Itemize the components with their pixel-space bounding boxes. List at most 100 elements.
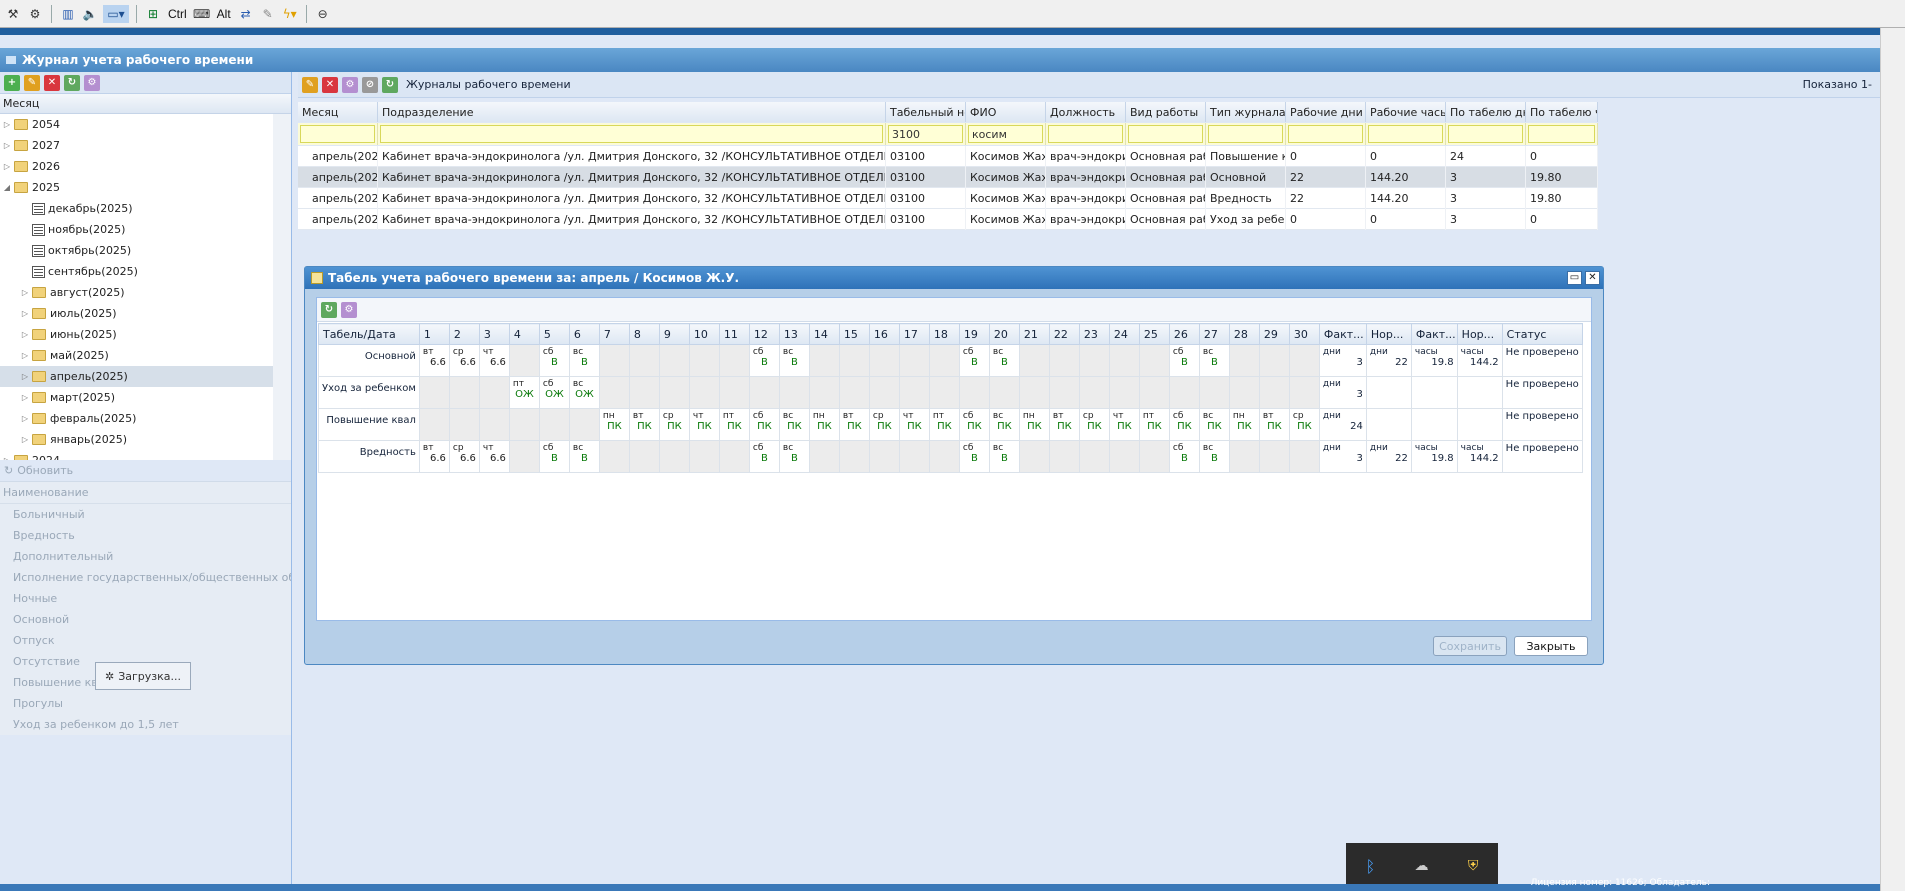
tree-column-header[interactable]: Месяц — [0, 94, 291, 114]
day-cell[interactable]: сб ПК — [1168, 408, 1200, 441]
list-item[interactable]: Дополнительный — [0, 546, 291, 567]
pen-icon[interactable]: ✎ — [259, 5, 277, 23]
day-cell[interactable] — [718, 440, 750, 473]
book-icon[interactable]: ▥ — [59, 5, 77, 23]
day-cell[interactable] — [1138, 344, 1170, 377]
filter-input[interactable] — [1048, 125, 1123, 143]
menu-icon[interactable]: ⚙ — [342, 76, 358, 93]
day-cell[interactable] — [808, 440, 840, 473]
column-header[interactable]: Месяц — [298, 102, 378, 122]
timesheet-row[interactable]: Основной вт 6.6 ср 6.6 чт 6.6 сб Ввс Всб Ввс Всб Ввс… — [318, 344, 1583, 377]
minus-circle-icon[interactable]: ⊖ — [314, 5, 332, 23]
tree-item[interactable]: сентябрь(2025) — [0, 261, 273, 282]
timesheet-row[interactable]: Повышение квал пн ПК вт ПК ср ПК чт ПК пт ПК сб ПК вс… — [318, 408, 1583, 441]
day-cell[interactable] — [568, 408, 600, 441]
maximize-icon[interactable]: ▭ — [1567, 271, 1582, 285]
day-cell[interactable]: вс В — [778, 344, 810, 377]
day-cell[interactable]: сб В — [958, 344, 990, 377]
day-cell[interactable]: вт ПК — [628, 408, 660, 441]
day-cell[interactable] — [838, 440, 870, 473]
day-cell[interactable] — [658, 440, 690, 473]
day-cell[interactable]: вт ПК — [1258, 408, 1290, 441]
cloud-offline-icon[interactable]: ☁ — [1415, 858, 1429, 874]
day-header[interactable]: 14 — [808, 323, 840, 345]
day-cell[interactable] — [868, 440, 900, 473]
day-header[interactable]: 28 — [1228, 323, 1260, 345]
tree-item[interactable]: ▷ 2024 — [0, 450, 273, 460]
list-item[interactable]: Уход за ребенком до 1,5 лет — [0, 714, 291, 735]
day-cell[interactable] — [808, 344, 840, 377]
day-cell[interactable] — [508, 440, 540, 473]
collapsed-arrow-icon[interactable]: ▷ — [20, 330, 30, 339]
day-cell[interactable] — [658, 376, 690, 409]
collapsed-arrow-icon[interactable]: ▷ — [20, 414, 30, 423]
day-cell[interactable]: сб В — [538, 440, 570, 473]
day-header[interactable]: 30 — [1288, 323, 1320, 345]
tree-item[interactable]: ▷ 2026 — [0, 156, 273, 177]
day-cell[interactable] — [1018, 344, 1050, 377]
day-cell[interactable]: ср ПК — [1078, 408, 1110, 441]
day-cell[interactable]: вс ПК — [1198, 408, 1230, 441]
day-header[interactable]: 26 — [1168, 323, 1200, 345]
day-cell[interactable] — [1078, 376, 1110, 409]
day-cell[interactable] — [418, 408, 450, 441]
total-header[interactable]: Нор... — [1365, 323, 1412, 345]
collapsed-arrow-icon[interactable]: ▷ — [2, 456, 12, 460]
day-cell[interactable] — [808, 376, 840, 409]
day-cell[interactable] — [628, 376, 660, 409]
collapsed-arrow-icon[interactable]: ▷ — [2, 141, 12, 150]
day-cell[interactable] — [718, 344, 750, 377]
lightning-icon[interactable]: ϟ▾ — [281, 5, 299, 23]
day-header[interactable]: 22 — [1048, 323, 1080, 345]
day-header[interactable]: 3 — [478, 323, 510, 345]
list-item[interactable]: Основной — [0, 609, 291, 630]
day-header[interactable]: 4 — [508, 323, 540, 345]
day-cell[interactable] — [1198, 376, 1230, 409]
table-row[interactable]: апрель(2025)Кабинет врача-эндокринолога … — [298, 146, 1598, 167]
close-button[interactable]: Закрыть — [1514, 636, 1588, 656]
day-cell[interactable] — [418, 376, 450, 409]
day-cell[interactable] — [898, 376, 930, 409]
day-cell[interactable]: ср ПК — [868, 408, 900, 441]
tree-item[interactable]: ▷ июль(2025) — [0, 303, 273, 324]
day-header[interactable]: 1 — [418, 323, 450, 345]
filter-input[interactable] — [1368, 125, 1443, 143]
collapsed-arrow-icon[interactable]: ▷ — [20, 309, 30, 318]
day-header[interactable]: 23 — [1078, 323, 1110, 345]
day-cell[interactable] — [898, 440, 930, 473]
day-cell[interactable] — [928, 376, 960, 409]
day-cell[interactable] — [988, 376, 1020, 409]
day-header[interactable]: 15 — [838, 323, 870, 345]
day-header[interactable]: 25 — [1138, 323, 1170, 345]
day-cell[interactable]: пт ПК — [1138, 408, 1170, 441]
day-cell[interactable] — [688, 344, 720, 377]
day-cell[interactable] — [688, 376, 720, 409]
day-cell[interactable]: вт 6.6 — [418, 440, 450, 473]
add-icon[interactable]: + — [4, 74, 20, 91]
day-cell[interactable] — [1258, 440, 1290, 473]
bluetooth-icon[interactable]: ᛒ — [1366, 857, 1376, 876]
refresh-icon[interactable]: ↻ — [321, 301, 337, 318]
column-header[interactable]: Тип журнала — [1206, 102, 1286, 122]
day-header[interactable]: 18 — [928, 323, 960, 345]
day-header[interactable]: 8 — [628, 323, 660, 345]
day-cell[interactable] — [1228, 344, 1260, 377]
day-cell[interactable]: чт ПК — [898, 408, 930, 441]
day-cell[interactable]: вс ОЖ — [568, 376, 600, 409]
total-header[interactable]: Нор... — [1456, 323, 1503, 345]
timesheet-first-col-header[interactable]: Табель/Дата — [318, 323, 420, 345]
column-header[interactable]: Рабочие часы — [1366, 102, 1446, 122]
tree-item[interactable]: ▷ июнь(2025) — [0, 324, 273, 345]
list-item[interactable]: Больничный — [0, 504, 291, 525]
collapsed-arrow-icon[interactable]: ▷ — [20, 351, 30, 360]
day-cell[interactable] — [628, 440, 660, 473]
day-cell[interactable] — [478, 376, 510, 409]
list-item[interactable]: Прогулы — [0, 693, 291, 714]
table-row[interactable]: апрель(2025)Кабинет врача-эндокринолога … — [298, 167, 1598, 188]
day-cell[interactable] — [508, 344, 540, 377]
day-cell[interactable]: сб ПК — [748, 408, 780, 441]
day-cell[interactable] — [928, 440, 960, 473]
collapsed-arrow-icon[interactable]: ▷ — [20, 435, 30, 444]
day-cell[interactable]: ср ПК — [1288, 408, 1320, 441]
day-header[interactable]: 20 — [988, 323, 1020, 345]
